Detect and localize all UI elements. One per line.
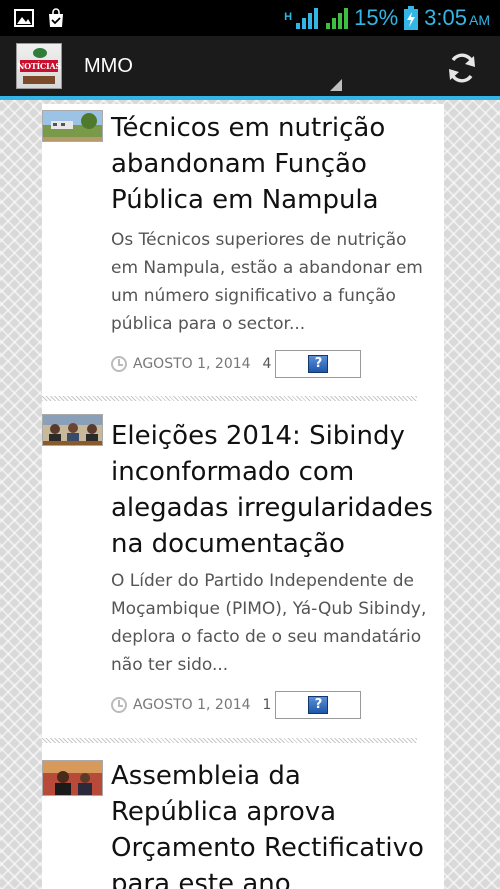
refresh-icon[interactable] <box>444 50 480 86</box>
clock-time: 3:05 <box>424 5 467 30</box>
help-icon: ? <box>308 355 329 373</box>
article-summary: O Líder do Partido Independente de Moçam… <box>111 571 427 675</box>
article-meta: AGOSTO 1, 2014 1 ? <box>111 690 362 720</box>
battery-percent: 15% <box>354 5 399 30</box>
article-thumbnail <box>42 760 103 796</box>
article-date: AGOSTO 1, 2014 <box>133 697 251 713</box>
list-item[interactable]: Assembleia da República aprova Orçamento… <box>42 756 444 889</box>
help-icon: ? <box>308 696 329 714</box>
signal-icon <box>296 8 319 29</box>
image-icon <box>14 9 34 27</box>
share-button[interactable]: ? <box>275 350 362 378</box>
list-item[interactable]: Técnicos em nutrição abandonam Função Pú… <box>42 104 444 404</box>
divider <box>42 396 417 401</box>
divider <box>42 738 417 743</box>
app-logo[interactable]: NOTÍCIAS <box>16 43 62 89</box>
battery-charging-icon <box>404 6 419 30</box>
action-bar: NOTÍCIAS MMO <box>0 36 500 100</box>
action-bar-title: MMO <box>84 55 133 77</box>
article-date: AGOSTO 1, 2014 <box>133 356 251 372</box>
comment-count: 4 <box>262 356 272 372</box>
article-summary: Os Técnicos superiores de nutrição em Na… <box>111 230 423 334</box>
source-spinner[interactable]: MMO <box>84 34 342 98</box>
article-thumbnail <box>42 414 103 446</box>
dropdown-indicator-icon <box>330 79 342 91</box>
article-thumbnail <box>42 110 103 142</box>
clock-icon <box>111 697 127 713</box>
article-title[interactable]: Eleições 2014: Sibindy inconformado com … <box>111 418 433 562</box>
article-meta: AGOSTO 1, 2014 4 ? <box>111 349 362 379</box>
network-type-label: H <box>284 11 293 23</box>
clock-icon <box>111 356 127 372</box>
article-title[interactable]: Técnicos em nutrição abandonam Função Pú… <box>111 110 433 218</box>
list-item[interactable]: Eleições 2014: Sibindy inconformado com … <box>42 414 444 734</box>
article-title[interactable]: Assembleia da República aprova Orçamento… <box>111 758 433 889</box>
article-list[interactable]: Técnicos em nutrição abandonam Função Pú… <box>42 104 444 889</box>
logo-text: NOTÍCIAS <box>17 61 61 71</box>
signal-strength-icon <box>326 8 349 29</box>
shopping-bag-icon <box>49 8 63 27</box>
comment-count: 1 <box>262 697 272 713</box>
status-bar: H 15% 3:05 AM <box>0 0 500 36</box>
share-button[interactable]: ? <box>275 691 362 719</box>
clock-ampm: AM <box>469 12 490 28</box>
